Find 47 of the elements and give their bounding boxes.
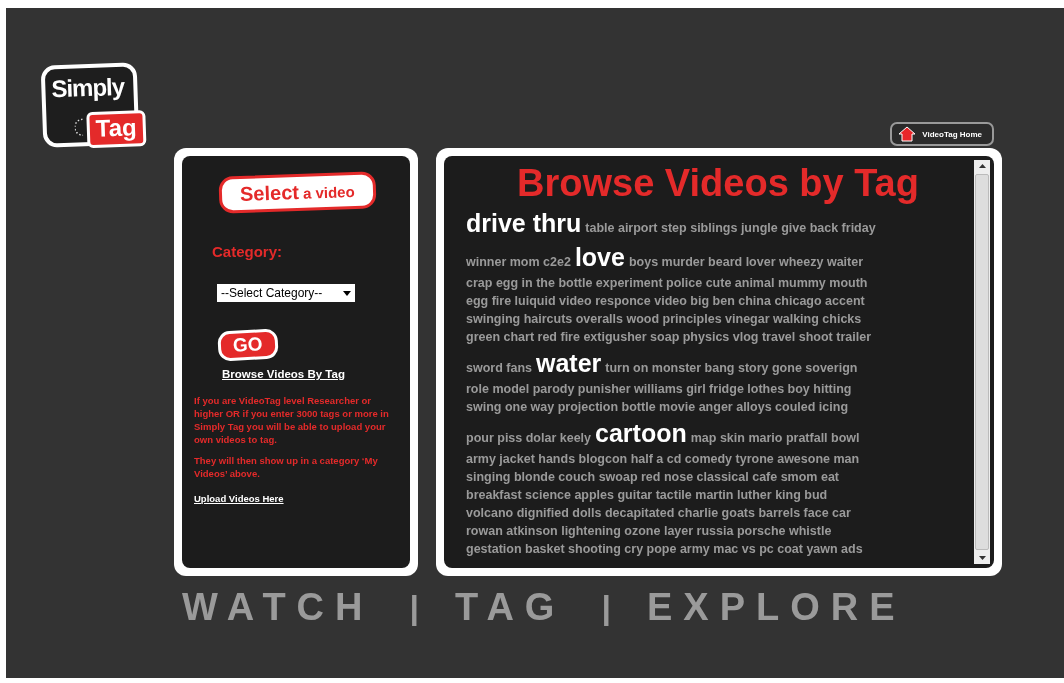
nav-link[interactable]: EXPLORE [646,586,906,629]
keyword-list-text[interactable]: gestation basket shooting cry pope army mac vs pc coat yawn ads [466,540,863,558]
keyword-list-text[interactable]: sword fans [466,359,532,377]
house-icon [898,126,917,142]
keyword-list-text[interactable]: table airport step siblings jungle give back friday [585,219,876,237]
popular-keyword-link[interactable]: water [536,346,602,380]
keyword-list-text[interactable]: swing one way projection bottle movie anger alloys couled icing [466,398,849,416]
keyword-list-text[interactable]: green chart red fire extigusher soap physics vlog travel shoot trailer [466,328,871,346]
keyword-list-text[interactable]: rowan atkinson lightening ozone layer russia porsche whistle [466,522,832,540]
keyword-list-text[interactable]: winner mom c2e2 [466,253,571,271]
banner-text: a video [302,183,355,202]
info-paragraph: If you are VideoTag level Researcher or higher OR if you enter 3000 tags or more in Simply Tag you will be able to upload your own videos to tag. [194,394,390,446]
nav-link[interactable]: TAG [455,586,566,629]
banner-text: Select [239,180,300,206]
keyword-list-text[interactable]: crap egg in the bottle experiment police cute animal mummy mouth [466,274,868,292]
keyword-list-text[interactable]: breakfast science apples guitar tactile martin luther king bud [466,486,828,504]
info-paragraph: They will then show up in a category ‘My Videos’ above. [194,454,379,480]
nav-separator: | [601,588,611,627]
popular-keyword-link[interactable]: love [574,240,625,274]
logo-text: Simply [50,72,125,104]
popular-keyword-link[interactable]: drive thru [466,206,582,240]
scroll-up-icon [978,164,986,168]
keyword-list-text[interactable]: pour piss dolar keely [466,429,592,447]
page-title: Browse Videos by Tag [516,161,920,206]
go-button[interactable]: GO [217,328,279,362]
keyword-list-text[interactable]: map skin mario pratfall bowl [690,429,860,447]
popular-keyword-link[interactable]: cartoon [595,416,687,450]
upload-link[interactable]: Upload Videos Here [194,493,284,504]
home-button[interactable]: VideoTag Home [890,122,994,146]
keyword-list-text[interactable]: singing blonde couch swoap red nose classical cafe smom eat [466,468,840,486]
scroll-thumb[interactable] [975,174,989,550]
keyword-list-text[interactable]: role model parody punisher williams girl fridge lothes boy hitting [466,380,852,398]
scrollbar[interactable] [974,160,990,564]
keyword-list-text[interactable]: egg fire luiquid video responce video big ben china chicago accent [466,292,865,310]
keyword-list-text[interactable]: boys murder beard lover wheezy waiter [628,253,864,271]
category-dropdown[interactable]: --Select Category-- [217,284,355,302]
keyword-list-text[interactable]: turn on monster bang story gone soverign [605,359,858,377]
nav-separator: | [409,588,419,627]
dropdown-arrow-icon [343,290,351,296]
keyword-list-text[interactable]: swinging haircuts overalls wood principles vinegar walking chicks [466,310,862,328]
keyword-list-text[interactable]: army jacket hands blogcon half a cd comedy tyrone awesone man [466,450,860,468]
scroll-down-icon [978,556,986,560]
nav-link[interactable]: WATCH [182,586,374,629]
keyword-list-text[interactable]: volcano dignified dolls decapitated charlie goats barrels face car [466,504,851,522]
logo-badge: Tag [86,110,147,149]
category-label: Category: [212,243,283,260]
browse-link[interactable]: Browse Videos By Tag [222,368,400,380]
